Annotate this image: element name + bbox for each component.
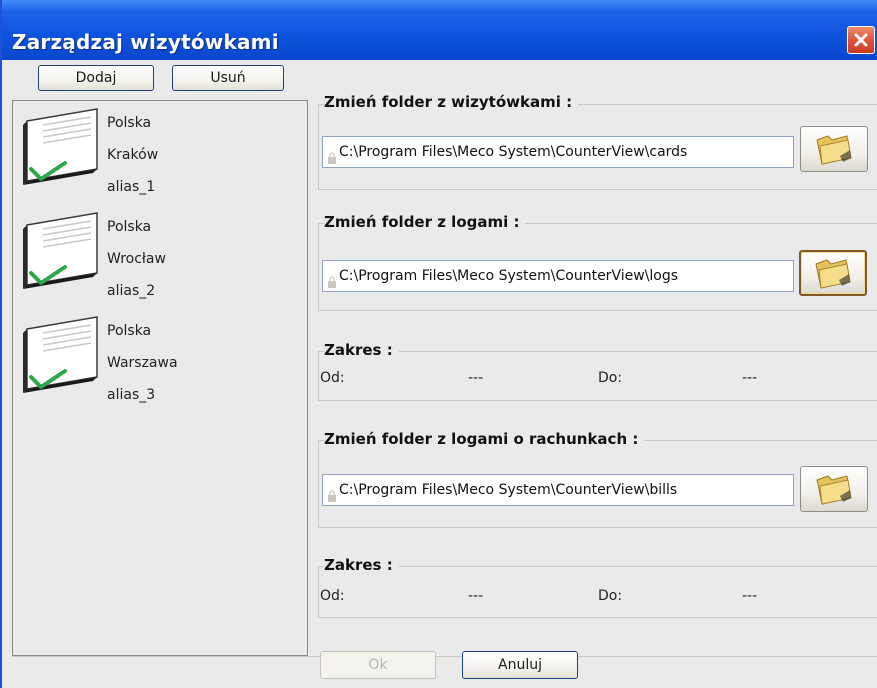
group-border	[318, 566, 319, 618]
cards-folder-field[interactable]	[322, 136, 794, 168]
group-separator	[318, 617, 877, 618]
group-separator	[318, 400, 877, 401]
lock-icon	[328, 490, 336, 502]
range-to-value: ---	[742, 588, 758, 604]
logs-folder-field[interactable]	[322, 260, 794, 292]
lock-icon	[328, 152, 336, 164]
bills-folder-input[interactable]	[337, 477, 793, 503]
close-button[interactable]	[847, 26, 875, 54]
lock-icon	[328, 276, 336, 288]
business-card-check-icon	[23, 108, 98, 185]
business-card-check-icon	[23, 212, 98, 289]
browse-cards-folder-button[interactable]	[800, 126, 868, 172]
bills-folder-label: Zmień folder z logami o rachunkach :	[324, 430, 645, 448]
group-separator	[318, 566, 877, 567]
cancel-button[interactable]: Anuluj	[462, 651, 578, 679]
list-item[interactable]: Polska Warszawa alias_3	[13, 311, 303, 415]
range-to-label: Do:	[598, 370, 623, 386]
card-city: Wrocław	[107, 251, 166, 267]
folder-icon	[815, 259, 851, 289]
folder-icon	[816, 135, 852, 165]
group-separator	[318, 310, 877, 311]
add-button[interactable]: Dodaj	[38, 65, 154, 91]
card-alias: alias_2	[107, 283, 156, 299]
group-border	[318, 440, 319, 528]
group-border	[318, 223, 319, 311]
dialog-window: Zarządzaj wizytówkami Dodaj Usuń Polska …	[0, 0, 877, 688]
title-bar[interactable]: Zarządzaj wizytówkami	[2, 0, 877, 60]
folder-icon	[816, 475, 852, 505]
range-label: Zakres :	[324, 556, 399, 574]
range-label: Zakres :	[324, 341, 399, 359]
range-to-value: ---	[742, 370, 758, 386]
business-card-check-icon	[23, 316, 98, 393]
range-from-value: ---	[468, 370, 484, 386]
list-item[interactable]: Polska Kraków alias_1	[13, 103, 303, 207]
browse-bills-folder-button[interactable]	[800, 466, 868, 512]
card-city: Warszawa	[107, 355, 178, 371]
card-alias: alias_3	[107, 387, 156, 403]
logs-folder-label: Zmień folder z logami :	[324, 213, 526, 231]
list-item[interactable]: Polska Wrocław alias_2	[13, 207, 303, 311]
remove-button[interactable]: Usuń	[172, 65, 284, 91]
footer-separator	[12, 656, 877, 657]
close-icon	[854, 33, 868, 47]
cards-list[interactable]: Polska Kraków alias_1 Polska Wrocław ali…	[12, 100, 308, 656]
card-country: Polska	[107, 115, 152, 131]
card-alias: alias_1	[107, 179, 156, 195]
range-from-label: Od:	[320, 370, 345, 386]
group-separator	[318, 351, 877, 352]
card-city: Kraków	[107, 147, 159, 163]
range-from-value: ---	[468, 588, 484, 604]
ok-button[interactable]: Ok	[320, 651, 436, 679]
card-country: Polska	[107, 219, 152, 235]
cards-folder-input[interactable]	[337, 139, 793, 165]
group-separator	[318, 527, 877, 528]
group-border	[318, 104, 319, 190]
logs-folder-input[interactable]	[337, 263, 793, 289]
window-title: Zarządzaj wizytówkami	[12, 30, 279, 54]
range-from-label: Od:	[320, 588, 345, 604]
browse-logs-folder-button[interactable]	[799, 250, 867, 296]
group-separator	[318, 189, 877, 190]
range-to-label: Do:	[598, 588, 623, 604]
cards-folder-label: Zmień folder z wizytówkami :	[324, 93, 579, 111]
card-country: Polska	[107, 323, 152, 339]
group-border	[318, 351, 319, 401]
bills-folder-field[interactable]	[322, 474, 794, 506]
